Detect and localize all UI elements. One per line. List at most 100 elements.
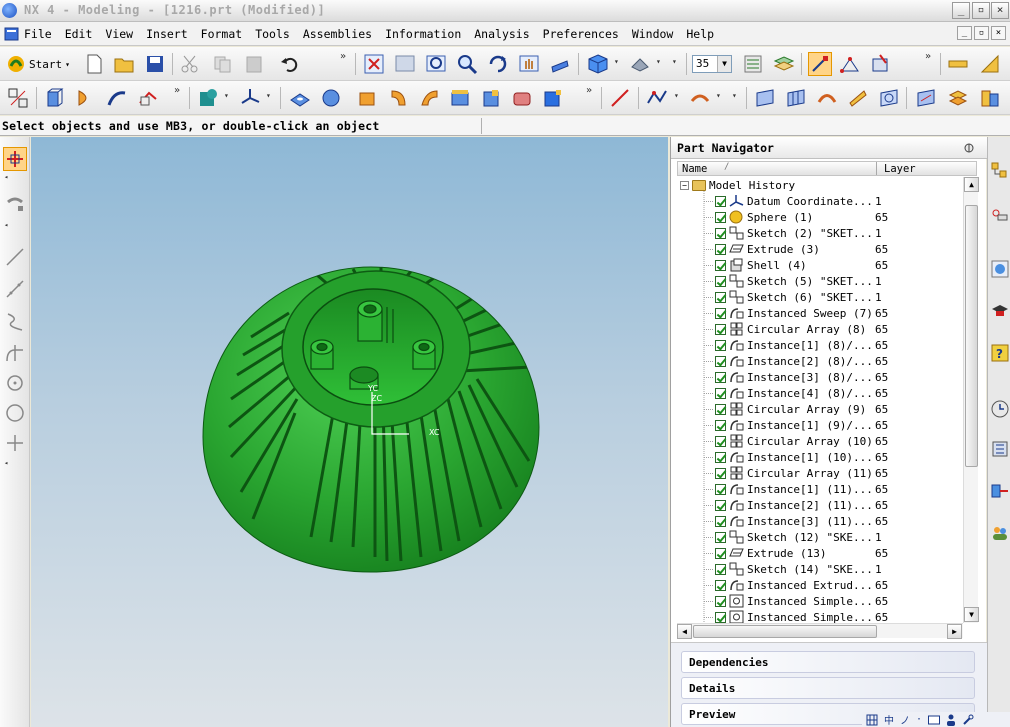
feature-row[interactable]: Circular Array (10) 65 — [704, 433, 964, 449]
wrench-icon[interactable] — [962, 714, 974, 726]
feature-row[interactable]: Instance[2] (11)... 65 — [704, 497, 964, 513]
model-history-tree[interactable]: − Model History Datum Coordinate... 1 Sphe… — [677, 177, 964, 623]
boss-button[interactable] — [319, 86, 343, 110]
feature-row[interactable]: Instanced Extrud... 65 — [704, 577, 964, 593]
toolbar-overflow-chevron[interactable]: » — [340, 51, 346, 62]
menu-window[interactable]: Window — [632, 27, 674, 41]
copy-button[interactable] — [211, 52, 235, 76]
through-curves-button[interactable] — [753, 86, 777, 110]
close-button[interactable]: × — [991, 2, 1009, 19]
hole-button[interactable] — [288, 86, 312, 110]
feature-visibility-checkbox[interactable] — [715, 195, 726, 207]
datum-dropdown[interactable]: ▾ — [266, 91, 271, 100]
menu-help[interactable]: Help — [686, 27, 714, 41]
feature-visibility-checkbox[interactable] — [715, 451, 726, 463]
magnify-button[interactable] — [455, 52, 479, 76]
feature-visibility-checkbox[interactable] — [715, 387, 726, 399]
menu-file[interactable]: File — [24, 27, 52, 41]
menu-assemblies[interactable]: Assemblies — [303, 27, 372, 41]
snap-button[interactable] — [3, 193, 27, 217]
column-layer[interactable]: Layer — [884, 163, 916, 175]
column-separator[interactable] — [876, 162, 877, 175]
feature-row[interactable]: Datum Coordinate... 1 — [704, 193, 964, 209]
background-dropdown[interactable]: ▾ — [656, 57, 661, 66]
datum-csys-button[interactable] — [238, 86, 262, 110]
scroll-up-arrow[interactable]: ▲ — [964, 177, 979, 192]
feature-row[interactable]: Instanced Simple... 65 — [704, 593, 964, 609]
zoom-window-button[interactable] — [393, 52, 417, 76]
paste-button[interactable] — [242, 52, 266, 76]
slot-button[interactable] — [448, 86, 472, 110]
curve-button[interactable] — [645, 86, 669, 110]
feature-visibility-checkbox[interactable] — [715, 579, 726, 591]
layer-settings-button[interactable] — [741, 52, 765, 76]
emboss-button[interactable] — [417, 86, 441, 110]
toolbar-overflow-chevron[interactable]: » — [586, 85, 592, 96]
menu-tools[interactable]: Tools — [255, 27, 290, 41]
maximize-button[interactable]: ▫ — [972, 2, 990, 19]
feature-row[interactable]: Sketch (2) "SKET... 1 — [704, 225, 964, 241]
snap-point-button[interactable] — [808, 52, 832, 76]
feature-row[interactable]: Instance[1] (9)/... 65 — [704, 417, 964, 433]
keyboard-icon[interactable] — [928, 715, 941, 725]
circle-tool-button[interactable] — [3, 401, 27, 425]
select-filter-button[interactable] — [3, 147, 27, 171]
menu-edit[interactable]: Edit — [65, 27, 93, 41]
user-icon[interactable] — [946, 714, 956, 726]
feature-row[interactable]: Extrude (3) 65 — [704, 241, 964, 257]
start-button[interactable]: Start ▾ — [6, 53, 70, 75]
zoom-button[interactable] — [424, 52, 448, 76]
point-constructor-button[interactable] — [838, 52, 862, 76]
feature-visibility-checkbox[interactable] — [715, 467, 726, 479]
scroll-left-arrow[interactable]: ◀ — [677, 624, 692, 639]
navigator-vertical-scrollbar[interactable]: ▲ ▼ — [963, 177, 979, 623]
column-name[interactable]: Name — [682, 163, 707, 175]
tube-button[interactable] — [136, 86, 160, 110]
cut-button[interactable] — [178, 52, 202, 76]
through-mesh-button[interactable] — [784, 86, 808, 110]
feature-row[interactable]: Instance[1] (8)/... 65 — [704, 337, 964, 353]
menu-preferences[interactable]: Preferences — [543, 27, 619, 41]
pocket-button[interactable] — [355, 86, 379, 110]
view-dropdown[interactable]: ▾ — [672, 57, 677, 66]
ime-punctuation[interactable]: ノ — [900, 712, 910, 727]
feature-visibility-checkbox[interactable] — [715, 563, 726, 575]
feature-visibility-checkbox[interactable] — [715, 227, 726, 239]
menu-view[interactable]: View — [105, 27, 133, 41]
doc-restore-button[interactable]: ▫ — [974, 26, 989, 40]
open-button[interactable] — [112, 52, 136, 76]
process-studio-tab[interactable] — [990, 481, 1010, 501]
feature-visibility-checkbox[interactable] — [715, 595, 726, 607]
feature-row[interactable]: Instance[1] (11)... 65 — [704, 481, 964, 497]
line-tool-button[interactable] — [3, 245, 27, 269]
scroll-down-arrow[interactable]: ▼ — [964, 607, 979, 622]
assembly-navigator-button[interactable] — [869, 52, 893, 76]
teamcenter-tab[interactable] — [990, 523, 1010, 543]
keyboard-grid-icon[interactable] — [866, 714, 878, 726]
toolbar-dropdown[interactable]: ▾ — [732, 91, 737, 100]
point-tool-button[interactable] — [3, 371, 27, 395]
scroll-thumb[interactable] — [965, 205, 978, 467]
edit-curve-dropdown[interactable]: ▾ — [716, 91, 721, 100]
feature-visibility-checkbox[interactable] — [715, 403, 726, 415]
feature-row[interactable]: Instance[3] (11)... 65 — [704, 513, 964, 529]
ime-dot[interactable]: · — [916, 714, 922, 725]
nx-app-icon[interactable] — [2, 3, 17, 18]
pan-button[interactable] — [517, 52, 541, 76]
feature-row[interactable]: Sketch (12) "SKE... 1 — [704, 529, 964, 545]
model-history-node[interactable]: − Model History — [680, 178, 795, 193]
feature-visibility-checkbox[interactable] — [715, 291, 726, 303]
extrude-button[interactable] — [43, 86, 67, 110]
save-button[interactable] — [143, 52, 167, 76]
feature-visibility-checkbox[interactable] — [715, 547, 726, 559]
cross-point-button[interactable] — [3, 431, 27, 455]
assembly-navigator-tab[interactable] — [990, 161, 1010, 181]
swept-surface-button[interactable] — [815, 86, 839, 110]
document-menu-icon[interactable] — [4, 26, 20, 42]
constraint-navigator-tab[interactable] — [990, 205, 1010, 225]
doc-minimize-button[interactable]: _ — [957, 26, 972, 40]
feature-row[interactable]: Instance[2] (8)/... 65 — [704, 353, 964, 369]
web-browser-tab[interactable] — [990, 259, 1010, 279]
thicken-button[interactable] — [978, 86, 1002, 110]
menu-format[interactable]: Format — [201, 27, 243, 41]
